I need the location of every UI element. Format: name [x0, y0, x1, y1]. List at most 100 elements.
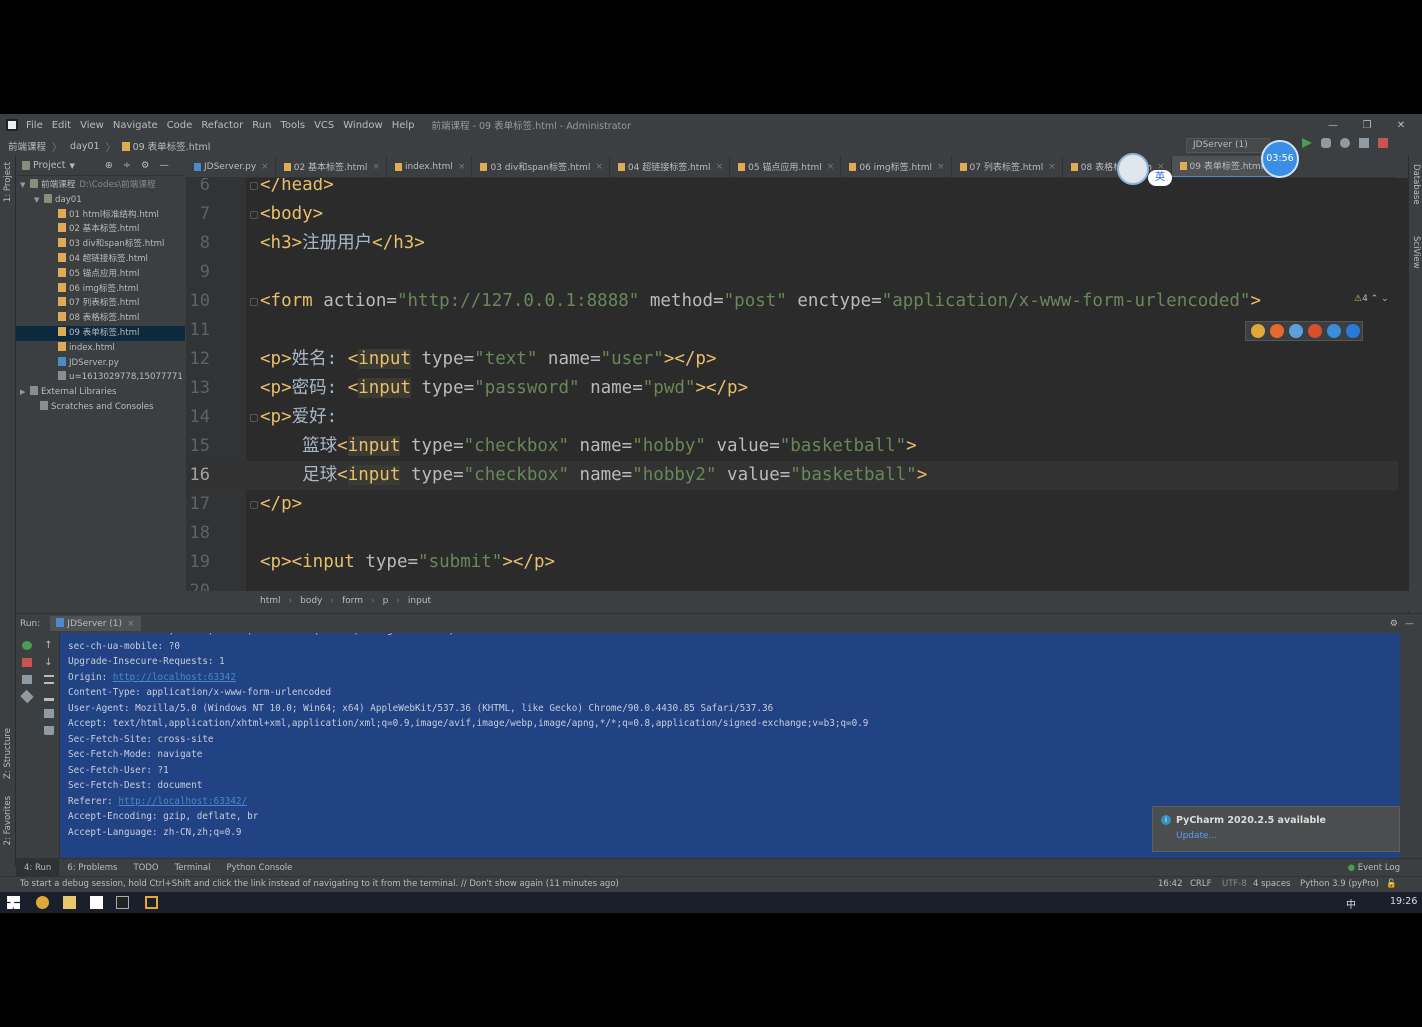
- tree-item-external-libraries[interactable]: ▶ External Libraries: [16, 385, 185, 400]
- run-tab[interactable]: JDServer (1) ×: [50, 616, 141, 631]
- editor-tab[interactable]: 03 div和span标签.html ×: [472, 156, 610, 177]
- project-view-selector[interactable]: Project: [33, 160, 66, 171]
- nav-crumb-folder[interactable]: day01: [70, 141, 100, 152]
- code-line[interactable]: 11: [186, 316, 1398, 345]
- menu-item-window[interactable]: Window: [343, 120, 382, 131]
- run-icon[interactable]: [1302, 138, 1312, 148]
- run-hide-icon[interactable]: —: [1405, 619, 1414, 629]
- breadcrumb-item[interactable]: html: [260, 596, 281, 606]
- tool-tab[interactable]: 4: Run: [16, 858, 60, 877]
- system-clock[interactable]: 19:26: [1390, 896, 1417, 907]
- favorites-tool-button[interactable]: 2: Favorites: [3, 796, 13, 845]
- tree-item-file[interactable]: 07 列表标签.html: [16, 296, 185, 311]
- pycharm-taskbar-icon[interactable]: [116, 896, 129, 909]
- console-scrollbar[interactable]: [1400, 633, 1410, 858]
- notes-taskbar-icon[interactable]: [90, 896, 103, 909]
- code-line[interactable]: 19 <p><input type="submit"></p>: [186, 548, 1398, 577]
- menu-item-code[interactable]: Code: [167, 120, 193, 131]
- nav-crumb-file[interactable]: 09 表单标签.html: [133, 139, 211, 153]
- database-tool-button[interactable]: Database: [1411, 164, 1421, 205]
- code-line[interactable]: 20: [186, 577, 1398, 591]
- close-tab-icon[interactable]: ×: [261, 162, 269, 172]
- menu-item-navigate[interactable]: Navigate: [113, 120, 158, 131]
- close-tab-icon[interactable]: ×: [827, 162, 835, 172]
- code-line[interactable]: 16 足球<input type="checkbox" name="hobby2…: [186, 461, 1398, 490]
- tree-item-root[interactable]: ▼ 前端课程 D:\Codes\前端课程: [16, 178, 185, 193]
- stop-icon[interactable]: [1378, 138, 1388, 148]
- editor-tab[interactable]: 07 列表标签.html ×: [952, 156, 1063, 177]
- project-tool-button[interactable]: 1: Project: [3, 162, 13, 202]
- soft-wrap-icon[interactable]: [43, 675, 54, 684]
- fold-marker-icon[interactable]: [250, 298, 258, 306]
- tree-item-file[interactable]: 01 html标准结构.html: [16, 208, 185, 223]
- print-icon[interactable]: [43, 709, 54, 718]
- maximize-icon[interactable]: ❐: [1350, 120, 1384, 131]
- collapse-icon[interactable]: ÷: [123, 160, 131, 171]
- console-link[interactable]: http://localhost:63342: [113, 672, 236, 683]
- code-editor[interactable]: 6 </head> 7 <body> 8 <h3>注册用户</h3> 9 10 <form ac…: [186, 178, 1398, 591]
- tree-item-file[interactable]: 05 锚点应用.html: [16, 267, 185, 282]
- breadcrumb-item[interactable]: form: [342, 596, 363, 606]
- sciview-tool-button[interactable]: SciView: [1411, 236, 1421, 269]
- run-settings-icon[interactable]: ⚙: [1390, 619, 1398, 629]
- locate-icon[interactable]: ⊕: [105, 160, 113, 171]
- code-line[interactable]: 12 <p>姓名: <input type="text" name="user">…: [186, 345, 1398, 374]
- event-log-button[interactable]: ● Event Log: [1348, 859, 1400, 877]
- update-link[interactable]: Update...: [1176, 831, 1217, 841]
- profile-icon[interactable]: [1359, 138, 1369, 148]
- structure-tool-button[interactable]: Z: Structure: [3, 728, 13, 779]
- scroll-to-end-icon[interactable]: [43, 692, 54, 701]
- close-tab-icon[interactable]: ×: [716, 162, 724, 172]
- fold-marker-icon[interactable]: [250, 414, 258, 422]
- edge-icon[interactable]: [1346, 324, 1360, 338]
- tool-tab[interactable]: TODO: [125, 859, 166, 877]
- tree-item-file[interactable]: 06 img标签.html: [16, 282, 185, 297]
- menu-item-run[interactable]: Run: [252, 120, 271, 131]
- file-encoding[interactable]: UTF-8: [1222, 877, 1247, 892]
- debug-icon[interactable]: [1321, 138, 1331, 148]
- code-line[interactable]: 18: [186, 519, 1398, 548]
- gear-icon[interactable]: ⚙: [141, 160, 150, 171]
- chrome-icon[interactable]: [1251, 324, 1265, 338]
- ime-badge[interactable]: 英: [1148, 170, 1172, 186]
- expand-arrow-icon[interactable]: ▼: [34, 193, 44, 208]
- tree-item-file[interactable]: 02 基本标签.html: [16, 222, 185, 237]
- console-link[interactable]: http://localhost:63342/: [118, 796, 247, 807]
- fold-marker-icon[interactable]: [250, 211, 258, 219]
- menu-item-file[interactable]: File: [26, 120, 43, 131]
- editor-tab[interactable]: 06 img标签.html ×: [841, 156, 952, 177]
- tree-item-file[interactable]: 08 表格标签.html: [16, 311, 185, 326]
- tree-item-file[interactable]: index.html: [16, 341, 185, 356]
- trash-icon[interactable]: [43, 726, 54, 735]
- restore-layout-icon[interactable]: [22, 675, 32, 684]
- close-icon[interactable]: ✕: [1384, 120, 1418, 131]
- tree-item-file[interactable]: 09 表单标签.html: [16, 325, 185, 341]
- tree-item-file[interactable]: JDServer.py: [16, 356, 185, 371]
- menu-item-tools[interactable]: Tools: [280, 120, 305, 131]
- breadcrumb-item[interactable]: input: [408, 596, 431, 606]
- menu-item-help[interactable]: Help: [392, 120, 415, 131]
- chrome-taskbar-icon[interactable]: [36, 896, 49, 909]
- coverage-icon[interactable]: [1340, 138, 1350, 148]
- fold-marker-icon[interactable]: [250, 501, 258, 509]
- close-tab-icon[interactable]: ×: [372, 162, 380, 172]
- editor-scrollbar[interactable]: [1398, 178, 1408, 591]
- menu-item-edit[interactable]: Edit: [52, 120, 71, 131]
- code-line[interactable]: 10 <form action="http://127.0.0.1:8888" m…: [186, 287, 1398, 316]
- menu-item-vcs[interactable]: VCS: [314, 120, 334, 131]
- editor-tab[interactable]: index.html ×: [387, 156, 473, 177]
- hide-icon[interactable]: —: [159, 160, 169, 171]
- tree-item-scratches[interactable]: Scratches and Consoles: [16, 400, 185, 415]
- expand-arrow-icon[interactable]: ▼: [20, 178, 30, 193]
- breadcrumb-item[interactable]: p: [383, 596, 389, 606]
- recording-timer[interactable]: 03:56: [1261, 140, 1299, 178]
- python-interpreter[interactable]: Python 3.9 (pyPro): [1300, 877, 1379, 892]
- close-tab-icon[interactable]: ×: [1048, 162, 1056, 172]
- minimize-icon[interactable]: —: [1316, 120, 1350, 131]
- firefox-icon[interactable]: [1270, 324, 1284, 338]
- code-line[interactable]: 17 </p>: [186, 490, 1398, 519]
- line-separator[interactable]: CRLF: [1190, 877, 1211, 892]
- stop-icon[interactable]: [22, 658, 32, 667]
- ie-icon[interactable]: [1327, 324, 1341, 338]
- explorer-taskbar-icon[interactable]: [63, 896, 76, 909]
